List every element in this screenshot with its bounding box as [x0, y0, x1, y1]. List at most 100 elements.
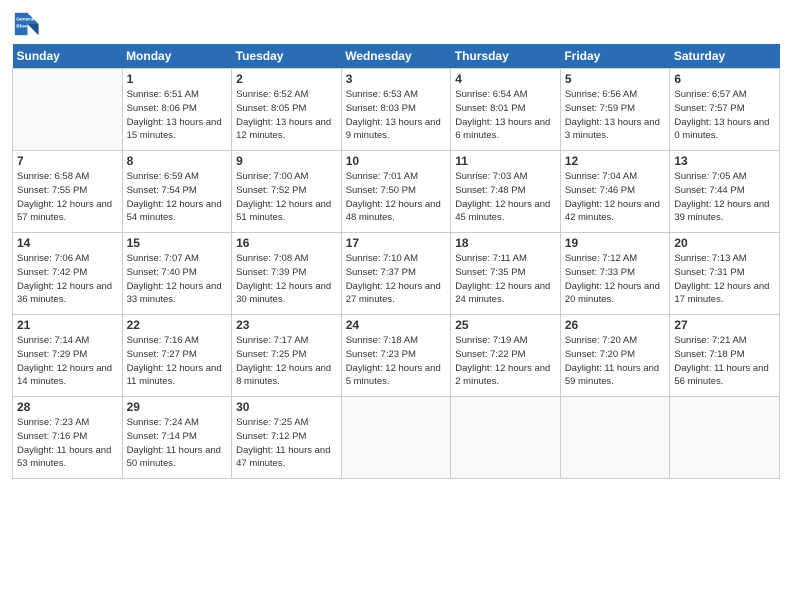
calendar-week-3: 14 Sunrise: 7:06 AMSunset: 7:42 PMDayligh…: [13, 233, 780, 315]
calendar-cell: 20 Sunrise: 7:13 AMSunset: 7:31 PMDayligh…: [670, 233, 780, 315]
day-number: 13: [674, 154, 775, 168]
logo: General Blue: [12, 10, 40, 38]
day-info: Sunrise: 7:06 AMSunset: 7:42 PMDaylight:…: [17, 252, 118, 307]
calendar-cell: 2 Sunrise: 6:52 AMSunset: 8:05 PMDaylight…: [232, 69, 342, 151]
day-info: Sunrise: 7:14 AMSunset: 7:29 PMDaylight:…: [17, 334, 118, 389]
calendar-week-2: 7 Sunrise: 6:58 AMSunset: 7:55 PMDaylight…: [13, 151, 780, 233]
calendar-cell: 11Sunrise: 7:03 AMSunset: 7:48 PMDayligh…: [451, 151, 561, 233]
calendar-cell: [670, 397, 780, 479]
calendar-cell: 15 Sunrise: 7:07 AMSunset: 7:40 PMDayligh…: [122, 233, 232, 315]
calendar-body: 1 Sunrise: 6:51 AMSunset: 8:06 PMDaylight…: [13, 69, 780, 479]
calendar-cell: 14 Sunrise: 7:06 AMSunset: 7:42 PMDayligh…: [13, 233, 123, 315]
weekday-header-thursday: Thursday: [451, 44, 561, 69]
day-info: Sunrise: 6:52 AMSunset: 8:05 PMDaylight:…: [236, 88, 337, 143]
svg-text:General: General: [16, 17, 35, 23]
day-info: Sunrise: 7:19 AMSunset: 7:22 PMDaylight:…: [455, 334, 556, 389]
day-number: 1: [127, 72, 228, 86]
calendar-cell: 28 Sunrise: 7:23 AMSunset: 7:16 PMDayligh…: [13, 397, 123, 479]
day-number: 15: [127, 236, 228, 250]
calendar-cell: 4Sunrise: 6:54 AMSunset: 8:01 PMDaylight…: [451, 69, 561, 151]
day-number: 21: [17, 318, 118, 332]
calendar-cell: 18Sunrise: 7:11 AMSunset: 7:35 PMDayligh…: [451, 233, 561, 315]
day-number: 29: [127, 400, 228, 414]
day-info: Sunrise: 7:01 AMSunset: 7:50 PMDaylight:…: [346, 170, 447, 225]
calendar-cell: 25 Sunrise: 7:19 AMSunset: 7:22 PMDayligh…: [451, 315, 561, 397]
day-number: 5: [565, 72, 666, 86]
calendar-cell: 7 Sunrise: 6:58 AMSunset: 7:55 PMDaylight…: [13, 151, 123, 233]
day-number: 10: [346, 154, 447, 168]
header-row: SundayMondayTuesdayWednesdayThursdayFrid…: [13, 44, 780, 69]
svg-text:Blue: Blue: [16, 24, 27, 30]
day-info: Sunrise: 7:07 AMSunset: 7:40 PMDaylight:…: [127, 252, 228, 307]
calendar-cell: 16Sunrise: 7:08 AMSunset: 7:39 PMDayligh…: [232, 233, 342, 315]
day-number: 26: [565, 318, 666, 332]
day-number: 11: [455, 154, 556, 168]
calendar-cell: 10 Sunrise: 7:01 AMSunset: 7:50 PMDayligh…: [341, 151, 451, 233]
calendar-cell: 1 Sunrise: 6:51 AMSunset: 8:06 PMDaylight…: [122, 69, 232, 151]
day-number: 25: [455, 318, 556, 332]
day-info: Sunrise: 6:51 AMSunset: 8:06 PMDaylight:…: [127, 88, 228, 143]
weekday-header-saturday: Saturday: [670, 44, 780, 69]
day-number: 7: [17, 154, 118, 168]
calendar-cell: 12 Sunrise: 7:04 AMSunset: 7:46 PMDayligh…: [560, 151, 670, 233]
calendar-cell: [451, 397, 561, 479]
day-info: Sunrise: 7:25 AMSunset: 7:12 PMDaylight:…: [236, 416, 337, 471]
calendar-cell: 29 Sunrise: 7:24 AMSunset: 7:14 PMDayligh…: [122, 397, 232, 479]
day-info: Sunrise: 7:16 AMSunset: 7:27 PMDaylight:…: [127, 334, 228, 389]
day-info: Sunrise: 7:04 AMSunset: 7:46 PMDaylight:…: [565, 170, 666, 225]
day-number: 16: [236, 236, 337, 250]
day-info: Sunrise: 7:20 AMSunset: 7:20 PMDaylight:…: [565, 334, 666, 389]
calendar-cell: 9 Sunrise: 7:00 AMSunset: 7:52 PMDaylight…: [232, 151, 342, 233]
calendar-cell: [560, 397, 670, 479]
page-container: General Blue SundayMondayTuesdayWednesda…: [0, 0, 792, 489]
day-number: 30: [236, 400, 337, 414]
calendar-cell: [341, 397, 451, 479]
day-info: Sunrise: 7:00 AMSunset: 7:52 PMDaylight:…: [236, 170, 337, 225]
page-header: General Blue: [12, 10, 780, 38]
calendar-cell: 27Sunrise: 7:21 AMSunset: 7:18 PMDayligh…: [670, 315, 780, 397]
weekday-header-wednesday: Wednesday: [341, 44, 451, 69]
day-number: 19: [565, 236, 666, 250]
calendar-cell: 23Sunrise: 7:17 AMSunset: 7:25 PMDayligh…: [232, 315, 342, 397]
day-info: Sunrise: 7:24 AMSunset: 7:14 PMDaylight:…: [127, 416, 228, 471]
day-info: Sunrise: 7:13 AMSunset: 7:31 PMDaylight:…: [674, 252, 775, 307]
day-info: Sunrise: 7:18 AMSunset: 7:23 PMDaylight:…: [346, 334, 447, 389]
day-info: Sunrise: 6:53 AMSunset: 8:03 PMDaylight:…: [346, 88, 447, 143]
day-number: 3: [346, 72, 447, 86]
day-number: 20: [674, 236, 775, 250]
day-info: Sunrise: 6:54 AMSunset: 8:01 PMDaylight:…: [455, 88, 556, 143]
calendar-week-4: 21 Sunrise: 7:14 AMSunset: 7:29 PMDayligh…: [13, 315, 780, 397]
day-info: Sunrise: 6:58 AMSunset: 7:55 PMDaylight:…: [17, 170, 118, 225]
day-info: Sunrise: 7:21 AMSunset: 7:18 PMDaylight:…: [674, 334, 775, 389]
calendar-cell: 22 Sunrise: 7:16 AMSunset: 7:27 PMDayligh…: [122, 315, 232, 397]
calendar-cell: 8 Sunrise: 6:59 AMSunset: 7:54 PMDaylight…: [122, 151, 232, 233]
day-number: 14: [17, 236, 118, 250]
day-info: Sunrise: 7:10 AMSunset: 7:37 PMDaylight:…: [346, 252, 447, 307]
day-info: Sunrise: 6:59 AMSunset: 7:54 PMDaylight:…: [127, 170, 228, 225]
calendar-cell: 17 Sunrise: 7:10 AMSunset: 7:37 PMDayligh…: [341, 233, 451, 315]
day-number: 12: [565, 154, 666, 168]
day-number: 8: [127, 154, 228, 168]
day-number: 6: [674, 72, 775, 86]
day-info: Sunrise: 6:57 AMSunset: 7:57 PMDaylight:…: [674, 88, 775, 143]
day-number: 23: [236, 318, 337, 332]
weekday-header-monday: Monday: [122, 44, 232, 69]
calendar-table: SundayMondayTuesdayWednesdayThursdayFrid…: [12, 44, 780, 479]
calendar-cell: 21 Sunrise: 7:14 AMSunset: 7:29 PMDayligh…: [13, 315, 123, 397]
day-info: Sunrise: 7:23 AMSunset: 7:16 PMDaylight:…: [17, 416, 118, 471]
day-number: 2: [236, 72, 337, 86]
day-info: Sunrise: 6:56 AMSunset: 7:59 PMDaylight:…: [565, 88, 666, 143]
weekday-header-friday: Friday: [560, 44, 670, 69]
calendar-cell: 3 Sunrise: 6:53 AMSunset: 8:03 PMDaylight…: [341, 69, 451, 151]
calendar-cell: 26 Sunrise: 7:20 AMSunset: 7:20 PMDayligh…: [560, 315, 670, 397]
day-number: 9: [236, 154, 337, 168]
calendar-cell: 5 Sunrise: 6:56 AMSunset: 7:59 PMDaylight…: [560, 69, 670, 151]
day-number: 28: [17, 400, 118, 414]
day-number: 24: [346, 318, 447, 332]
weekday-header-tuesday: Tuesday: [232, 44, 342, 69]
calendar-cell: 6 Sunrise: 6:57 AMSunset: 7:57 PMDaylight…: [670, 69, 780, 151]
day-number: 22: [127, 318, 228, 332]
day-number: 17: [346, 236, 447, 250]
day-info: Sunrise: 7:05 AMSunset: 7:44 PMDaylight:…: [674, 170, 775, 225]
day-info: Sunrise: 7:12 AMSunset: 7:33 PMDaylight:…: [565, 252, 666, 307]
